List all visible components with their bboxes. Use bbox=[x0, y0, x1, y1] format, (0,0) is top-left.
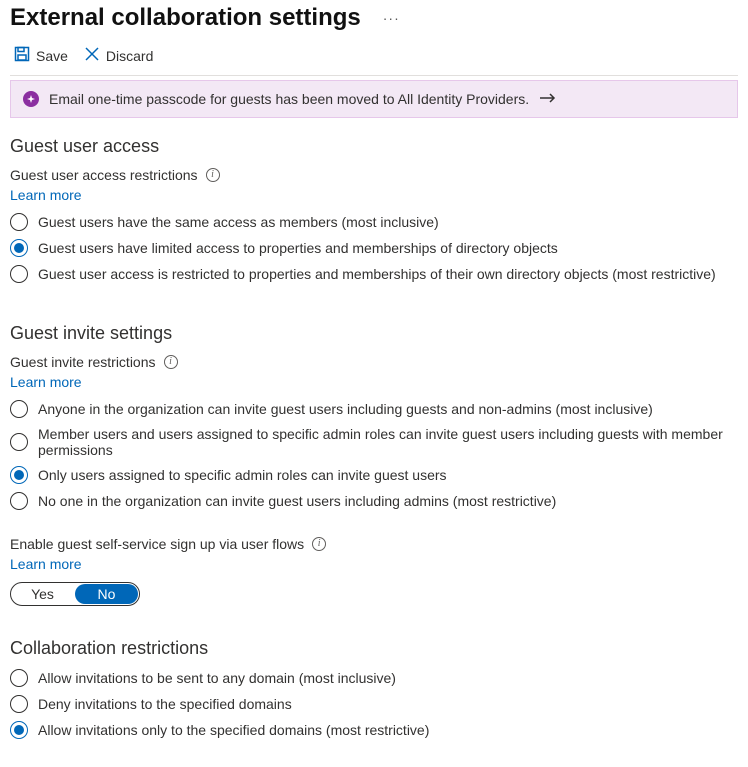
guest-invite-radio-group: Anyone in the organization can invite gu… bbox=[10, 400, 738, 510]
radio-icon bbox=[10, 669, 28, 687]
radio-icon bbox=[10, 239, 28, 257]
save-label: Save bbox=[36, 48, 68, 64]
radio-label: Allow invitations only to the specified … bbox=[38, 722, 429, 738]
toolbar: Save Discard bbox=[10, 40, 738, 75]
info-icon[interactable]: i bbox=[312, 537, 326, 551]
collab-option-1[interactable]: Deny invitations to the specified domain… bbox=[10, 695, 738, 713]
guest-invite-field-label: Guest invite restrictions bbox=[10, 354, 156, 370]
info-icon[interactable]: i bbox=[206, 168, 220, 182]
discard-button[interactable]: Discard bbox=[84, 46, 153, 65]
arrow-right-icon[interactable] bbox=[539, 91, 557, 107]
radio-label: Deny invitations to the specified domain… bbox=[38, 696, 292, 712]
guest-invite-option-0[interactable]: Anyone in the organization can invite gu… bbox=[10, 400, 738, 418]
section-title-guest-access: Guest user access bbox=[10, 136, 738, 157]
radio-label: Guest users have limited access to prope… bbox=[38, 240, 558, 256]
compass-icon bbox=[23, 91, 39, 107]
notice-bar: Email one-time passcode for guests has b… bbox=[10, 80, 738, 118]
info-icon[interactable]: i bbox=[164, 355, 178, 369]
collab-radio-group: Allow invitations to be sent to any doma… bbox=[10, 669, 738, 739]
section-title-guest-invite: Guest invite settings bbox=[10, 323, 738, 344]
guest-invite-option-3[interactable]: No one in the organization can invite gu… bbox=[10, 492, 738, 510]
toggle-no[interactable]: No bbox=[75, 584, 138, 604]
radio-label: Member users and users assigned to speci… bbox=[38, 426, 738, 458]
learn-more-link[interactable]: Learn more bbox=[10, 374, 82, 390]
radio-icon bbox=[10, 400, 28, 418]
save-icon bbox=[14, 46, 30, 65]
notice-text: Email one-time passcode for guests has b… bbox=[49, 91, 529, 107]
learn-more-link[interactable]: Learn more bbox=[10, 556, 82, 572]
radio-label: Anyone in the organization can invite gu… bbox=[38, 401, 653, 417]
radio-icon bbox=[10, 721, 28, 739]
self-service-toggle[interactable]: Yes No bbox=[10, 582, 140, 606]
guest-access-option-2[interactable]: Guest user access is restricted to prope… bbox=[10, 265, 738, 283]
radio-label: Guest user access is restricted to prope… bbox=[38, 266, 716, 282]
radio-icon bbox=[10, 433, 28, 451]
radio-label: Only users assigned to specific admin ro… bbox=[38, 467, 447, 483]
radio-icon bbox=[10, 695, 28, 713]
collab-option-0[interactable]: Allow invitations to be sent to any doma… bbox=[10, 669, 738, 687]
toggle-yes[interactable]: Yes bbox=[11, 583, 74, 605]
discard-label: Discard bbox=[106, 48, 153, 64]
guest-access-radio-group: Guest users have the same access as memb… bbox=[10, 213, 738, 283]
guest-invite-option-1[interactable]: Member users and users assigned to speci… bbox=[10, 426, 738, 458]
close-icon bbox=[84, 46, 100, 65]
radio-icon bbox=[10, 492, 28, 510]
learn-more-link[interactable]: Learn more bbox=[10, 187, 82, 203]
radio-icon bbox=[10, 265, 28, 283]
radio-label: Allow invitations to be sent to any doma… bbox=[38, 670, 396, 686]
guest-access-field-label: Guest user access restrictions bbox=[10, 167, 198, 183]
radio-label: Guest users have the same access as memb… bbox=[38, 214, 439, 230]
guest-access-option-1[interactable]: Guest users have limited access to prope… bbox=[10, 239, 738, 257]
section-title-collab: Collaboration restrictions bbox=[10, 638, 738, 659]
collab-option-2[interactable]: Allow invitations only to the specified … bbox=[10, 721, 738, 739]
guest-invite-option-2[interactable]: Only users assigned to specific admin ro… bbox=[10, 466, 738, 484]
divider bbox=[10, 75, 738, 76]
save-button[interactable]: Save bbox=[14, 46, 68, 65]
guest-access-option-0[interactable]: Guest users have the same access as memb… bbox=[10, 213, 738, 231]
more-button[interactable]: ··· bbox=[383, 10, 400, 26]
radio-label: No one in the organization can invite gu… bbox=[38, 493, 556, 509]
radio-icon bbox=[10, 213, 28, 231]
self-service-label: Enable guest self-service sign up via us… bbox=[10, 536, 304, 552]
radio-icon bbox=[10, 466, 28, 484]
page-title: External collaboration settings bbox=[10, 4, 361, 32]
